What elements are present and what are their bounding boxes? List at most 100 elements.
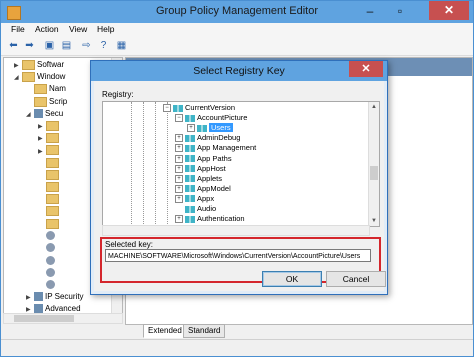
registry-tree-item[interactable]: + Users: [187, 123, 233, 133]
menu-action[interactable]: Action: [35, 24, 59, 34]
folder-icon: [46, 145, 59, 156]
registry-key-icon: [185, 175, 195, 183]
registry-key-label: CurrentVersion: [185, 103, 236, 112]
tree-item[interactable]: ◢ Window: [14, 72, 65, 84]
tree-item[interactable]: ▶: [38, 145, 61, 157]
up-folder-icon[interactable]: ▣: [43, 39, 56, 52]
tree-item[interactable]: [38, 182, 61, 194]
registry-key-label: App Management: [197, 143, 257, 153]
tab-standard[interactable]: Standard: [183, 324, 226, 338]
tab-extended[interactable]: Extended: [143, 324, 187, 338]
registry-vertical-scrollbar[interactable]: ▲ ▼: [368, 102, 379, 226]
forward-icon[interactable]: ➡: [23, 39, 36, 52]
registry-tree-item[interactable]: + Appx: [175, 194, 214, 204]
registry-tree-item[interactable]: − CurrentVersion: [163, 103, 235, 113]
registry-tree-item[interactable]: + App Paths: [175, 154, 232, 164]
dialog-close-icon[interactable]: ✕: [349, 61, 383, 77]
tree-item[interactable]: [38, 255, 57, 267]
expand-arrow-icon[interactable]: ◢: [26, 111, 34, 118]
tree-item-label: IP Security: [45, 291, 84, 301]
collapse-icon[interactable]: −: [175, 114, 183, 123]
expand-icon[interactable]: +: [175, 174, 183, 183]
expand-icon[interactable]: +: [175, 164, 183, 173]
menu-bar: File Action View Help: [1, 23, 473, 37]
tree-item[interactable]: [38, 267, 57, 279]
expand-arrow-icon[interactable]: ▶: [38, 135, 46, 142]
tree-item[interactable]: [38, 231, 57, 243]
menu-help[interactable]: Help: [97, 24, 114, 34]
tree-item[interactable]: ◢ Secu: [26, 109, 63, 121]
tree-item[interactable]: Nam: [26, 84, 66, 96]
tree-item-label: Softwar: [37, 60, 65, 70]
expand-arrow-icon[interactable]: ▶: [38, 123, 46, 130]
expand-icon[interactable]: +: [175, 144, 183, 153]
scroll-down-icon[interactable]: ▼: [369, 216, 379, 226]
scroll-thumb[interactable]: [14, 315, 74, 322]
menu-file[interactable]: File: [11, 24, 25, 34]
tree-item[interactable]: [38, 279, 57, 292]
expand-icon[interactable]: +: [175, 134, 183, 143]
registry-tree-item[interactable]: + AppModel: [175, 184, 231, 194]
expand-arrow-icon[interactable]: ▶: [38, 148, 46, 155]
tree-item-label: Nam: [49, 84, 66, 94]
close-icon[interactable]: ✕: [429, 1, 469, 20]
gear-icon: [46, 267, 55, 277]
tree-item[interactable]: [38, 206, 61, 218]
tree-item[interactable]: [38, 243, 57, 255]
folder-icon: [46, 157, 59, 168]
registry-tree-item[interactable]: + App Management: [175, 143, 256, 153]
tree-item[interactable]: ▶: [38, 133, 61, 145]
registry-tree-item[interactable]: Audio: [175, 204, 216, 214]
registry-tree[interactable]: − CurrentVersion − AccountPicture + Users + Adm…: [102, 101, 380, 227]
tree-item[interactable]: [38, 194, 61, 206]
expand-arrow-icon[interactable]: ▶: [14, 62, 22, 69]
tree-item[interactable]: [38, 157, 61, 170]
registry-key-icon: [185, 185, 195, 193]
cancel-button[interactable]: Cancel: [326, 271, 386, 287]
properties-icon[interactable]: ▦: [115, 39, 128, 52]
expand-icon[interactable]: +: [175, 215, 183, 224]
title-bar[interactable]: Group Policy Management Editor – ▫ ✕: [1, 1, 473, 23]
expand-icon[interactable]: +: [175, 184, 183, 193]
menu-view[interactable]: View: [69, 24, 87, 34]
selected-key-field[interactable]: MACHINE\SOFTWARE\Microsoft\Windows\Curre…: [105, 249, 371, 262]
show-hide-tree-icon[interactable]: ▤: [60, 39, 73, 52]
minimize-icon[interactable]: –: [357, 1, 383, 21]
folder-icon: [46, 206, 59, 217]
export-list-icon[interactable]: ⇨: [80, 39, 93, 52]
expand-arrow-icon[interactable]: ▶: [26, 306, 34, 313]
dialog-title-bar[interactable]: Select Registry Key ✕: [91, 61, 387, 81]
expand-arrow-icon[interactable]: ◢: [14, 74, 22, 81]
folder-icon: [46, 169, 59, 180]
maximize-icon[interactable]: ▫: [387, 1, 413, 21]
registry-tree-item[interactable]: − AccountPicture: [175, 113, 247, 123]
scroll-up-icon[interactable]: ▲: [369, 102, 379, 112]
expand-arrow-icon[interactable]: ▶: [26, 294, 34, 301]
registry-key-icon: [185, 114, 195, 122]
scroll-thumb[interactable]: [370, 166, 378, 180]
expand-icon[interactable]: +: [175, 194, 183, 203]
registry-tree-item[interactable]: + AdminDebug: [175, 133, 240, 143]
folder-icon: [46, 182, 59, 192]
tree-item[interactable]: [38, 218, 61, 231]
tree-item[interactable]: [38, 169, 61, 182]
tree-horizontal-scrollbar[interactable]: [3, 313, 123, 324]
help-icon[interactable]: ?: [97, 39, 110, 52]
back-icon[interactable]: ⬅: [7, 39, 20, 52]
selected-key-label: Selected key:: [105, 240, 154, 249]
registry-horizontal-scrollbar[interactable]: [102, 225, 370, 236]
registry-key-icon: [185, 144, 195, 152]
tree-item[interactable]: Scrip: [26, 96, 67, 109]
select-registry-key-dialog: Select Registry Key ✕ Registry: − Current…: [90, 60, 388, 295]
expand-icon[interactable]: +: [187, 124, 195, 133]
tree-item[interactable]: ▶ Softwar: [14, 60, 64, 72]
registry-tree-item[interactable]: + AppHost: [175, 164, 226, 174]
expand-icon[interactable]: +: [175, 154, 183, 163]
registry-tree-item[interactable]: + Authentication: [175, 214, 245, 224]
tree-item[interactable]: ▶ IP Security: [26, 292, 84, 304]
tree-item[interactable]: ▶: [38, 121, 61, 133]
collapse-icon[interactable]: −: [163, 104, 171, 113]
registry-key-label: Audio: [197, 204, 217, 213]
registry-tree-item[interactable]: + Applets: [175, 174, 222, 184]
ok-button[interactable]: OK: [262, 271, 322, 287]
